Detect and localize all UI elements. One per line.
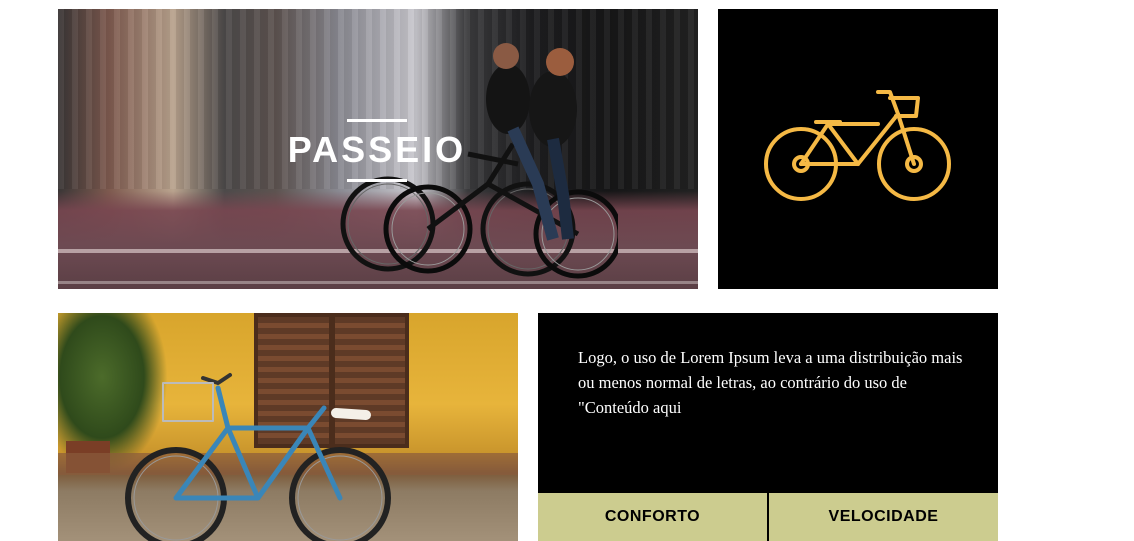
conforto-button[interactable]: CONFORTO	[538, 493, 767, 541]
title-top-bar	[347, 119, 407, 122]
bicycle-photo-tile[interactable]	[58, 313, 518, 541]
parked-bicycle	[125, 373, 391, 541]
hero-title: PASSEIO	[287, 129, 467, 170]
velocidade-button[interactable]: VELOCIDADE	[769, 493, 998, 541]
card-body-text: Logo, o uso de Lorem Ipsum leva a uma di…	[578, 348, 963, 417]
bicycle-icon	[764, 90, 951, 201]
card-button-row: CONFORTO VELOCIDADE	[538, 493, 998, 541]
text-card: Logo, o uso de Lorem Ipsum leva a uma di…	[538, 313, 998, 541]
hero-image-tile[interactable]: PASSEIO	[58, 9, 698, 289]
hero-title-block: PASSEIO	[287, 119, 467, 182]
title-bottom-bar	[347, 179, 407, 182]
bicycle-icon-tile[interactable]	[718, 9, 998, 289]
